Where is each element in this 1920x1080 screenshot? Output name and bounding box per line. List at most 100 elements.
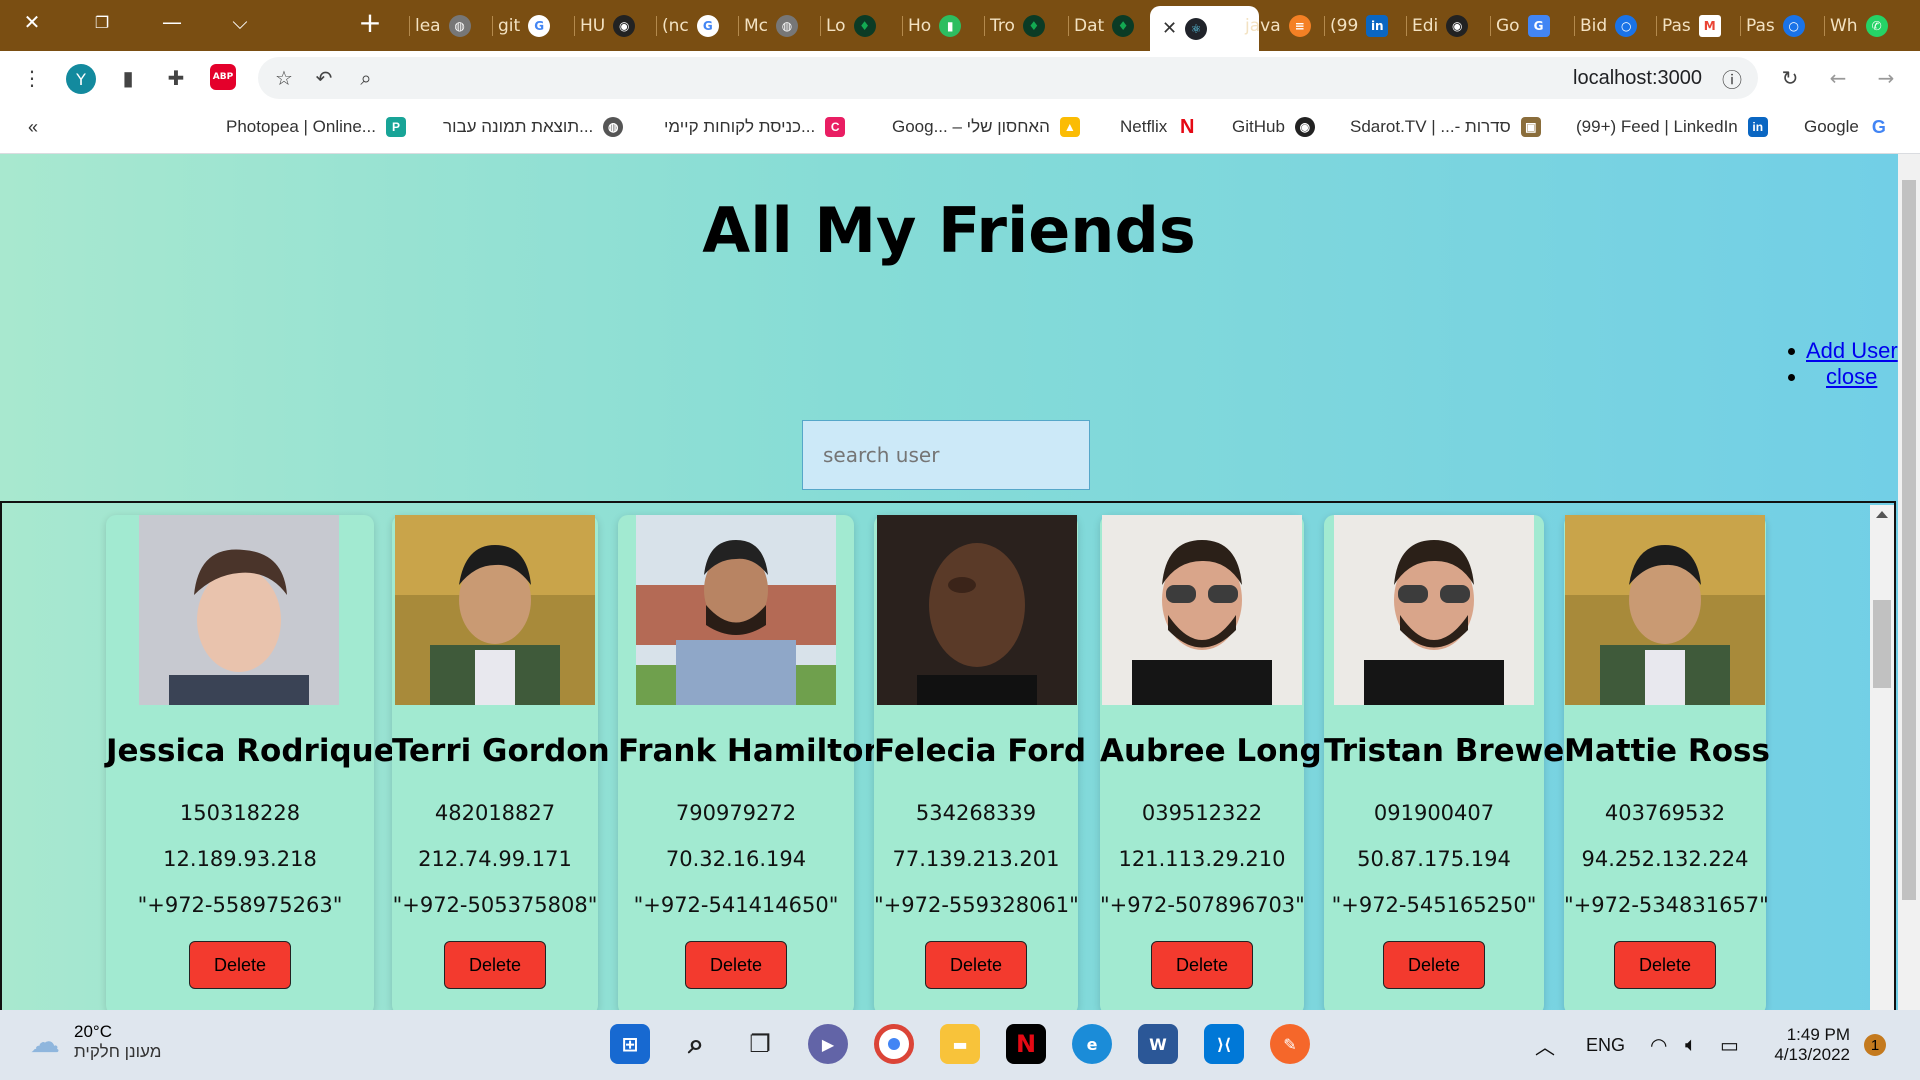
notification-badge[interactable]: 1 [1864, 1010, 1886, 1080]
tab-15[interactable]: Pas ○ [1740, 8, 1805, 44]
bookmark-7[interactable]: (99+) Feed | LinkedIn in [1576, 117, 1768, 137]
bookmark-star-icon[interactable]: ☆ [270, 64, 298, 92]
friends-list-scrollbar[interactable] [1870, 505, 1894, 1010]
postman-icon[interactable]: ✎ [1270, 1024, 1310, 1064]
reload-icon[interactable]: ↻ [1776, 64, 1804, 92]
bookmark-8[interactable]: Google G [1804, 117, 1889, 137]
tab-search-chevron-icon[interactable]: ⌵ [208, 0, 272, 44]
share-icon[interactable]: ↶ [310, 64, 338, 92]
delete-button[interactable]: Delete [1383, 941, 1485, 989]
restore-window-icon[interactable]: ❐ [70, 0, 134, 44]
scroll-thumb[interactable] [1873, 600, 1891, 688]
zoom-icon[interactable]: ⌕ [352, 64, 380, 92]
side-panel-icon[interactable]: ▮ [114, 64, 142, 92]
omnibox[interactable]: ☆ ↶ ⌕ localhost:3000 ⓘ [258, 57, 1758, 99]
back-icon[interactable]: ← [1824, 64, 1852, 92]
tab-10[interactable]: (99 in [1324, 8, 1389, 44]
tab-12[interactable]: Go G [1490, 8, 1550, 44]
page-title: All My Friends [702, 194, 1196, 267]
file-explorer-icon[interactable]: ▬ [940, 1024, 980, 1064]
friend-ip: 77.139.213.201 [892, 847, 1060, 871]
delete-button[interactable]: Delete [189, 941, 291, 989]
edge-icon[interactable]: e [1072, 1024, 1112, 1064]
delete-button[interactable]: Delete [1151, 941, 1253, 989]
google-icon: G [1868, 117, 1889, 137]
search-input[interactable] [802, 420, 1090, 490]
clock[interactable]: 1:49 PM 4/13/2022 [1770, 1010, 1850, 1080]
delete-button[interactable]: Delete [685, 941, 787, 989]
bookmark-4[interactable]: Netflix N [1120, 116, 1198, 138]
tab-2[interactable]: HU ◉ [574, 8, 636, 44]
tab-3[interactable]: (nc G [656, 8, 719, 44]
extensions-puzzle-icon[interactable]: ✚ [162, 64, 190, 92]
tab-label: Ho [908, 16, 932, 36]
chrome-icon[interactable] [874, 1024, 914, 1064]
delete-button[interactable]: Delete [1614, 941, 1716, 989]
volume-icon[interactable]: 🔈︎ [1685, 1010, 1697, 1080]
friend-id: 790979272 [675, 801, 797, 825]
react-icon: ⚛ [1185, 17, 1208, 40]
tab-label: Go [1496, 16, 1520, 36]
search-icon[interactable]: ⌕ [676, 1024, 716, 1064]
netflix-icon[interactable]: N [1006, 1024, 1046, 1064]
bookmark-1[interactable]: תוצאת תמונה עבור... ◍ [443, 117, 624, 137]
word-icon[interactable]: W [1138, 1024, 1178, 1064]
friend-name: Aubree Long [1100, 733, 1322, 769]
bookmark-2[interactable]: כניסת לקוחות קיימי... C [664, 117, 846, 137]
active-tab[interactable]: ✕ ⚛ [1150, 6, 1259, 51]
scroll-up-icon[interactable] [1876, 511, 1888, 518]
tab-label: Wh [1830, 16, 1858, 36]
tab-13[interactable]: Bid ○ [1574, 8, 1638, 44]
add-user-link[interactable]: Add User [1806, 338, 1898, 363]
bookmarks-overflow-icon[interactable]: « [28, 117, 38, 138]
tab-11[interactable]: Edi ◉ [1406, 8, 1469, 44]
tab-9[interactable]: java ≡ [1245, 8, 1311, 44]
language-indicator[interactable]: ENG [1586, 1010, 1625, 1080]
globe-icon: ◍ [603, 117, 624, 137]
forward-icon[interactable]: → [1872, 64, 1900, 92]
tab-8[interactable]: Dat ♦ [1068, 8, 1135, 44]
page-scroll-thumb[interactable] [1902, 180, 1916, 900]
task-view-icon[interactable]: ❐ [740, 1024, 780, 1064]
adblock-icon[interactable]: ABP [210, 64, 236, 90]
tab-label: (99 [1330, 16, 1359, 36]
delete-button[interactable]: Delete [925, 941, 1027, 989]
delete-button[interactable]: Delete [444, 941, 546, 989]
friend-phone: "+972-558975263" [137, 893, 343, 917]
tab-label: (nc [662, 16, 689, 36]
tab-label: Lo [826, 16, 846, 36]
friend-ip: 12.189.93.218 [163, 847, 317, 871]
menu-dots-icon[interactable]: ⋮ [18, 64, 46, 92]
bookmark-3[interactable]: Goog... – האחסון שלי ▲ [892, 117, 1080, 137]
bookmark-6[interactable]: Sdarot.TV | ...- סדרות ▣ [1350, 117, 1541, 137]
new-tab-icon[interactable]: + [338, 0, 402, 44]
page-scrollbar[interactable] [1898, 154, 1920, 1010]
windows-start-icon[interactable]: ⊞ [610, 1024, 650, 1064]
bookmark-label: (99+) Feed | LinkedIn [1576, 117, 1738, 136]
close-tab-icon[interactable]: ✕ [1162, 18, 1177, 39]
teams-chat-icon[interactable]: ▶ [808, 1024, 848, 1064]
tab-1[interactable]: git G [492, 8, 551, 44]
tab-5[interactable]: Lo ♦ [820, 8, 876, 44]
url-text[interactable]: localhost:3000 [1573, 67, 1702, 90]
tab-16[interactable]: Wh ✆ [1824, 8, 1888, 44]
tab-7[interactable]: Tro ♦ [984, 8, 1045, 44]
tray-chevron-icon[interactable]: ︿ [1535, 1010, 1555, 1080]
tab-6[interactable]: Ho ▮ [902, 8, 962, 44]
weather-widget[interactable]: ☁ 20°C מעונן חלקית [30, 1022, 161, 1062]
tab-14[interactable]: Pas M [1656, 8, 1721, 44]
close-link[interactable]: close [1826, 364, 1877, 389]
nav-list: Add User close [1780, 338, 1898, 390]
bookmark-0[interactable]: Photopea | Online... P [226, 117, 406, 137]
site-info-icon[interactable]: ⓘ [1718, 64, 1746, 92]
tab-4[interactable]: Mc ◍ [738, 8, 799, 44]
wifi-icon[interactable]: ◠ [1650, 1010, 1667, 1080]
vscode-icon[interactable]: ⟩⟨ [1204, 1024, 1244, 1064]
battery-icon[interactable]: ▭ [1720, 1010, 1739, 1080]
bookmark-5[interactable]: GitHub ◉ [1232, 117, 1315, 137]
friend-name: Mattie Ross [1564, 733, 1770, 769]
profile-avatar[interactable]: Y [66, 64, 96, 94]
tab-0[interactable]: lea ◍ [409, 8, 471, 44]
minimize-window-icon[interactable]: — [140, 0, 204, 44]
close-window-icon[interactable]: ✕ [0, 0, 64, 44]
